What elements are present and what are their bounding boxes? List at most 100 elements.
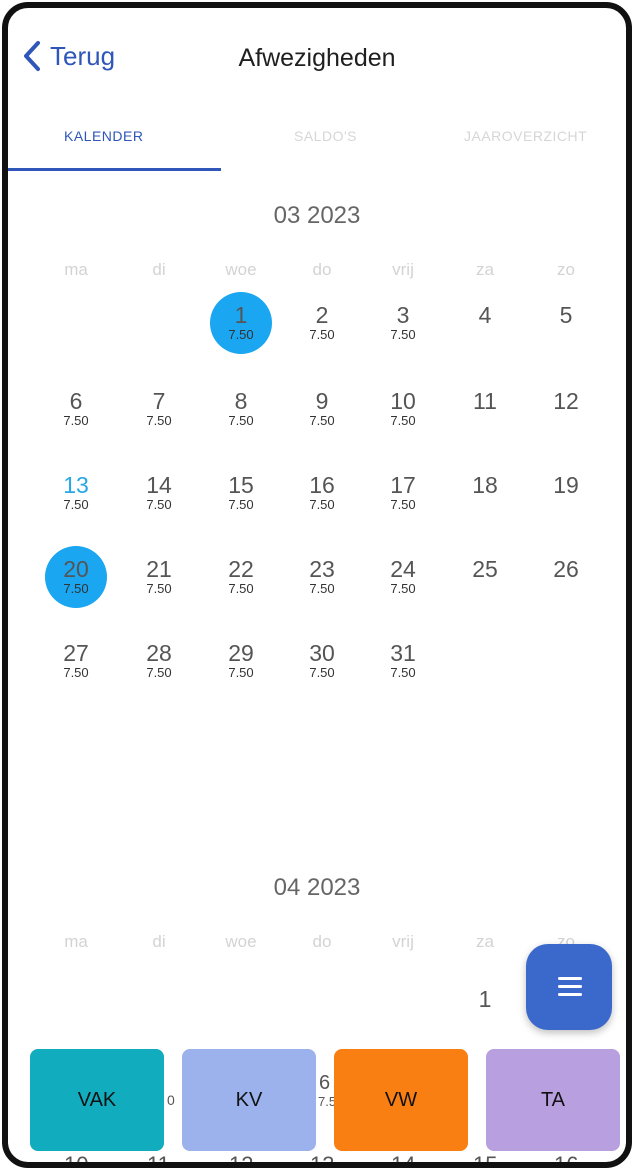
day-number: 1: [234, 302, 248, 328]
day-hours: 7.50: [146, 413, 172, 428]
calendar-day[interactable]: 13: [310, 1152, 334, 1162]
calendar-day[interactable]: 21 7.50: [124, 556, 194, 596]
day-number: 27: [63, 640, 89, 666]
menu-fab-button[interactable]: [526, 944, 612, 1030]
calendar-day[interactable]: 10: [64, 1152, 88, 1162]
day-hours: 7.50: [309, 327, 335, 342]
april-peek-fragment: 0: [167, 1092, 175, 1108]
day-hours: 7.50: [390, 497, 416, 512]
day-number: 26: [553, 556, 579, 582]
calendar-day[interactable]: 12: [229, 1152, 253, 1162]
calendar-day[interactable]: 14: [391, 1152, 415, 1162]
day-number: 4: [478, 302, 492, 328]
day-number: 13: [63, 472, 89, 498]
calendar-day[interactable]: 30 7.50: [287, 640, 357, 680]
day-number: 3: [396, 302, 410, 328]
day-number: 24: [390, 556, 416, 582]
weekday-label: ma: [64, 260, 88, 279]
weekday-label: za: [476, 260, 494, 279]
day-number: 2: [315, 302, 329, 328]
day-hours: 7.50: [63, 497, 89, 512]
page-title: Afwezigheden: [238, 44, 396, 72]
calendar-day[interactable]: 18: [450, 472, 520, 498]
weekday-label: vrij: [392, 932, 414, 951]
calendar-day[interactable]: 23 7.50: [287, 556, 357, 596]
weekday-label: woe: [225, 260, 257, 279]
calendar-day[interactable]: 16 7.50: [287, 472, 357, 512]
calendar-day[interactable]: 1 7.50: [206, 292, 276, 354]
weekday-label: do: [312, 932, 332, 951]
day-hours: 7.50: [63, 413, 89, 428]
calendar-day[interactable]: 12: [531, 388, 601, 414]
day-number: 8: [234, 388, 248, 414]
calendar-day[interactable]: 14 7.50: [124, 472, 194, 512]
month-title-march: 03 2023: [273, 202, 361, 229]
calendar-day[interactable]: 27 7.50: [41, 640, 111, 680]
legend-vw-button[interactable]: VW: [334, 1049, 468, 1151]
day-number: 25: [472, 556, 498, 582]
calendar-day[interactable]: 15 7.50: [206, 472, 276, 512]
calendar-day[interactable]: 11: [147, 1152, 170, 1162]
calendar-day[interactable]: 31 7.50: [368, 640, 438, 680]
calendar-day[interactable]: 2 7.50: [287, 302, 357, 342]
legend-kv-button[interactable]: KV: [182, 1049, 316, 1151]
calendar-day[interactable]: 24 7.50: [368, 556, 438, 596]
day-hours: 7.50: [309, 497, 335, 512]
day-number: 23: [309, 556, 335, 582]
day-number: 22: [228, 556, 254, 582]
tab-jaaroverzicht[interactable]: JAAROVERZICHT: [464, 128, 587, 144]
day-number: 30: [309, 640, 335, 666]
weekday-label: di: [152, 260, 166, 279]
day-hours: 7.50: [309, 581, 335, 596]
calendar-day[interactable]: 28 7.50: [124, 640, 194, 680]
calendar-day[interactable]: 17 7.50: [368, 472, 438, 512]
calendar-day[interactable]: 15: [473, 1152, 497, 1162]
day-number: 28: [146, 640, 172, 666]
weekday-label: zo: [557, 260, 575, 279]
tab-saldos[interactable]: SALDO'S: [294, 128, 357, 144]
calendar-day[interactable]: 22 7.50: [206, 556, 276, 596]
day-number: 17: [390, 472, 416, 498]
day-hours: 7.50: [63, 581, 89, 596]
calendar-day[interactable]: 13 7.50: [41, 472, 111, 512]
day-hours: 7.50: [228, 497, 254, 512]
day-hours: 7.50: [390, 413, 416, 428]
legend-ta-button[interactable]: TA: [486, 1049, 620, 1151]
day-hours: 7.50: [146, 665, 172, 680]
phone-frame: Terug Afwezigheden KALENDER SALDO'S JAAR…: [2, 2, 632, 1168]
calendar-day[interactable]: 9 7.50: [287, 388, 357, 428]
calendar-day[interactable]: 25: [450, 556, 520, 582]
calendar-day[interactable]: 8 7.50: [206, 388, 276, 428]
weekday-label: vrij: [392, 260, 414, 279]
calendar-day[interactable]: 7 7.50: [124, 388, 194, 428]
calendar-day[interactable]: 4: [450, 302, 520, 328]
day-number: 29: [228, 640, 254, 666]
calendar-day[interactable]: 1: [450, 986, 520, 1012]
calendar-day[interactable]: 11: [450, 388, 520, 414]
calendar-day[interactable]: 5: [531, 302, 601, 328]
calendar-day[interactable]: 20 7.50: [41, 546, 111, 608]
day-number: 21: [146, 556, 172, 582]
day-number: 7: [152, 388, 166, 414]
day-number: 5: [559, 302, 573, 328]
month-title-april: 04 2023: [273, 874, 361, 901]
calendar-day[interactable]: 16: [554, 1152, 578, 1162]
day-number: 31: [390, 640, 416, 666]
calendar-day[interactable]: 10 7.50: [368, 388, 438, 428]
calendar-day[interactable]: 26: [531, 556, 601, 582]
calendar-day[interactable]: 29 7.50: [206, 640, 276, 680]
day-hours: 7.50: [228, 413, 254, 428]
day-number: 19: [553, 472, 579, 498]
calendar-day[interactable]: 6 7.50: [41, 388, 111, 428]
day-hours: 7.50: [146, 497, 172, 512]
tab-kalender[interactable]: KALENDER: [64, 128, 143, 144]
calendar-day[interactable]: 19: [531, 472, 601, 498]
legend-vak-button[interactable]: VAK: [30, 1049, 164, 1151]
day-hours: 7.50: [390, 665, 416, 680]
day-number: 15: [228, 472, 254, 498]
day-number: 6: [69, 388, 83, 414]
day-hours: 7.50: [228, 581, 254, 596]
day-number: 16: [309, 472, 335, 498]
calendar-day[interactable]: 3 7.50: [368, 302, 438, 342]
day-number: 14: [146, 472, 172, 498]
